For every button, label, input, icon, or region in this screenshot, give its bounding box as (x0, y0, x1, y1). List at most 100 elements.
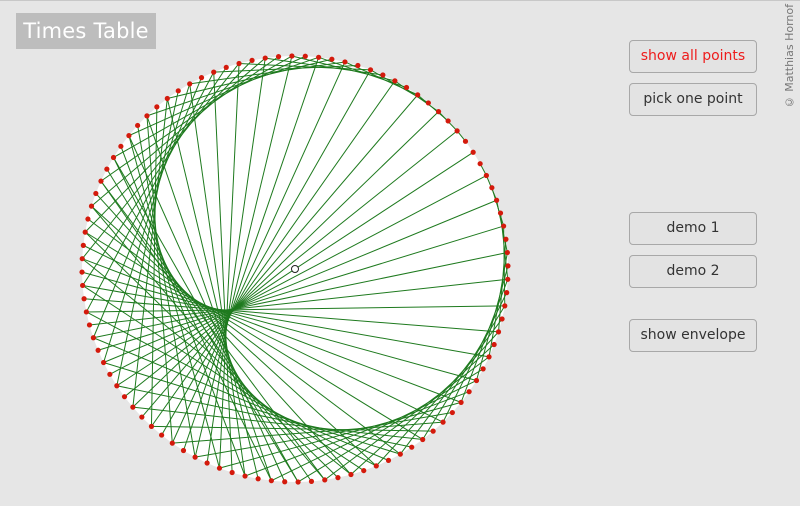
circle-point[interactable] (348, 471, 354, 478)
circle-point[interactable] (223, 64, 229, 71)
circle-point[interactable] (361, 467, 367, 474)
circle-point[interactable] (480, 366, 486, 372)
circle-point[interactable] (355, 62, 361, 69)
circle-point[interactable] (139, 414, 145, 420)
circle-point[interactable] (497, 210, 504, 216)
circle-point[interactable] (268, 478, 274, 484)
circle-point[interactable] (495, 329, 502, 335)
circle-point[interactable] (503, 236, 509, 242)
circle-point[interactable] (83, 309, 89, 315)
circle-point[interactable] (118, 143, 124, 149)
demo-1-button[interactable]: demo 1 (629, 212, 757, 245)
circle-point[interactable] (216, 465, 223, 471)
circle-point[interactable] (135, 122, 141, 129)
circle-point[interactable] (126, 133, 132, 139)
circle-point[interactable] (302, 53, 308, 59)
circle-point[interactable] (229, 469, 235, 476)
circle-point[interactable] (425, 100, 431, 106)
circle-point[interactable] (430, 428, 436, 434)
circle-point[interactable] (114, 383, 120, 389)
circle-point[interactable] (148, 423, 155, 429)
circle-point[interactable] (440, 419, 446, 425)
circle-point[interactable] (316, 54, 322, 60)
circle-point[interactable] (82, 229, 88, 235)
circle-point[interactable] (159, 432, 165, 438)
circle-point[interactable] (242, 473, 248, 479)
circle-point[interactable] (101, 359, 107, 366)
circle-point[interactable] (144, 113, 150, 119)
circle-point[interactable] (79, 256, 85, 262)
circle-point[interactable] (449, 409, 455, 416)
circle-point[interactable] (489, 185, 495, 191)
circle-point[interactable] (295, 479, 301, 485)
circle-point[interactable] (80, 242, 86, 248)
circle-point[interactable] (454, 128, 460, 134)
circle-point[interactable] (175, 88, 181, 94)
circle-point[interactable] (491, 341, 497, 348)
circle-point[interactable] (473, 377, 480, 384)
circle-point[interactable] (415, 92, 421, 98)
circle-point[interactable] (322, 477, 328, 483)
circle-point[interactable] (501, 223, 507, 229)
circle-point[interactable] (380, 72, 386, 78)
show-envelope-button[interactable]: show envelope (629, 319, 757, 352)
circle-point[interactable] (81, 296, 87, 302)
circle-point[interactable] (169, 440, 175, 446)
circle-point[interactable] (107, 371, 113, 377)
demo-2-button[interactable]: demo 2 (629, 255, 757, 288)
circle-point[interactable] (104, 166, 110, 172)
circle-point[interactable] (335, 475, 341, 481)
circle-point[interactable] (342, 59, 348, 65)
circle-point[interactable] (79, 269, 85, 275)
circle-point[interactable] (211, 69, 217, 75)
circle-point[interactable] (435, 109, 442, 115)
circle-point[interactable] (477, 161, 483, 167)
circle-point[interactable] (420, 436, 426, 443)
circle-point[interactable] (403, 84, 410, 91)
circle-point[interactable] (249, 57, 255, 63)
circle-point[interactable] (88, 203, 95, 209)
circle-point[interactable] (86, 322, 93, 328)
circle-point[interactable] (121, 394, 128, 400)
circle-point[interactable] (130, 404, 136, 410)
circle-point[interactable] (462, 138, 469, 144)
circle-point[interactable] (385, 457, 392, 463)
circle-point[interactable] (98, 178, 104, 184)
circle-point[interactable] (255, 476, 261, 482)
circle-point[interactable] (504, 290, 510, 296)
circle-point[interactable] (110, 154, 117, 161)
circle-point[interactable] (198, 75, 205, 81)
circle-point[interactable] (504, 249, 510, 256)
circle-point[interactable] (95, 347, 101, 353)
show-all-points-button[interactable]: show all points (629, 40, 757, 73)
circle-point[interactable] (236, 60, 242, 67)
circle-point[interactable] (93, 190, 99, 197)
circle-point[interactable] (90, 335, 97, 341)
circle-point[interactable] (397, 451, 403, 457)
circle-point[interactable] (329, 56, 335, 62)
pick-one-point-button[interactable]: pick one point (629, 83, 757, 116)
circle-point[interactable] (282, 479, 288, 485)
circle-point[interactable] (164, 95, 170, 102)
circle-point[interactable] (373, 463, 379, 469)
times-table-canvas[interactable] (0, 0, 800, 506)
circle-point[interactable] (204, 460, 210, 466)
circle-point[interactable] (262, 55, 268, 61)
circle-point[interactable] (180, 447, 187, 454)
circle-point[interactable] (392, 78, 398, 84)
circle-point[interactable] (470, 149, 476, 155)
circle-point[interactable] (499, 316, 505, 322)
circle-point[interactable] (466, 389, 472, 395)
circle-point[interactable] (505, 263, 511, 269)
circle-point[interactable] (187, 81, 193, 87)
circle-point[interactable] (85, 216, 91, 222)
circle-point[interactable] (289, 53, 295, 59)
circle-point[interactable] (80, 282, 86, 289)
circle-point[interactable] (483, 172, 489, 179)
circle-point[interactable] (493, 197, 500, 203)
circle-point[interactable] (275, 54, 282, 60)
circle-point[interactable] (308, 478, 315, 484)
circle-point[interactable] (486, 354, 492, 360)
circle-point[interactable] (367, 67, 374, 73)
circle-point[interactable] (154, 104, 160, 110)
